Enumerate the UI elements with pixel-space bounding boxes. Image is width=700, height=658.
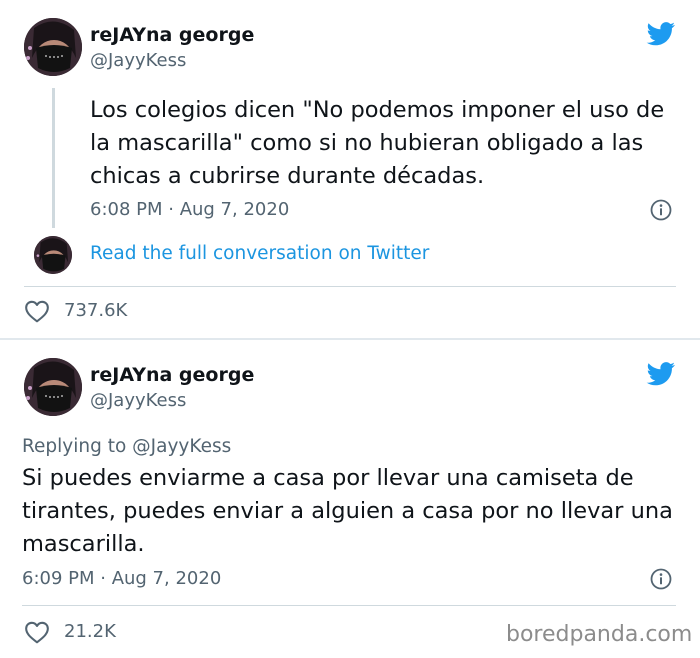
display-name[interactable]: reJAYna george	[90, 24, 254, 46]
tweet-card-2: reJAYna george @JayyKess Replying to @Ja…	[0, 340, 700, 658]
info-icon[interactable]	[650, 568, 672, 590]
like-count[interactable]: 21.2K	[64, 621, 116, 642]
timestamp[interactable]: 6:09 PM · Aug 7, 2020	[22, 568, 221, 589]
like-count[interactable]: 737.6K	[64, 300, 127, 321]
small-avatar[interactable]	[34, 236, 72, 274]
display-name[interactable]: reJAYna george	[90, 364, 254, 386]
twitter-bird-icon[interactable]	[646, 362, 676, 386]
heart-icon[interactable]	[24, 620, 50, 644]
user-handle[interactable]: @JayyKess	[90, 50, 186, 71]
tweet-text: Si puedes enviarme a casa por llevar una…	[22, 465, 673, 557]
divider	[24, 286, 676, 287]
timestamp[interactable]: 6:08 PM · Aug 7, 2020	[90, 199, 289, 220]
user-handle[interactable]: @JayyKess	[90, 390, 186, 411]
avatar[interactable]	[24, 18, 82, 76]
twitter-bird-icon[interactable]	[646, 22, 676, 46]
watermark: boredpanda.com	[506, 622, 693, 647]
read-conversation-link[interactable]: Read the full conversation on Twitter	[90, 243, 429, 264]
info-icon[interactable]	[650, 199, 672, 221]
avatar[interactable]	[24, 358, 82, 416]
replying-to[interactable]: Replying to @JayyKess	[22, 436, 231, 457]
divider	[22, 605, 676, 606]
tweet-text: Los colegios dicen "No podemos imponer e…	[90, 97, 665, 189]
heart-icon[interactable]	[24, 299, 50, 323]
thread-line	[52, 88, 55, 228]
tweet-card-1: reJAYna george @JayyKess Los colegios di…	[0, 0, 700, 338]
